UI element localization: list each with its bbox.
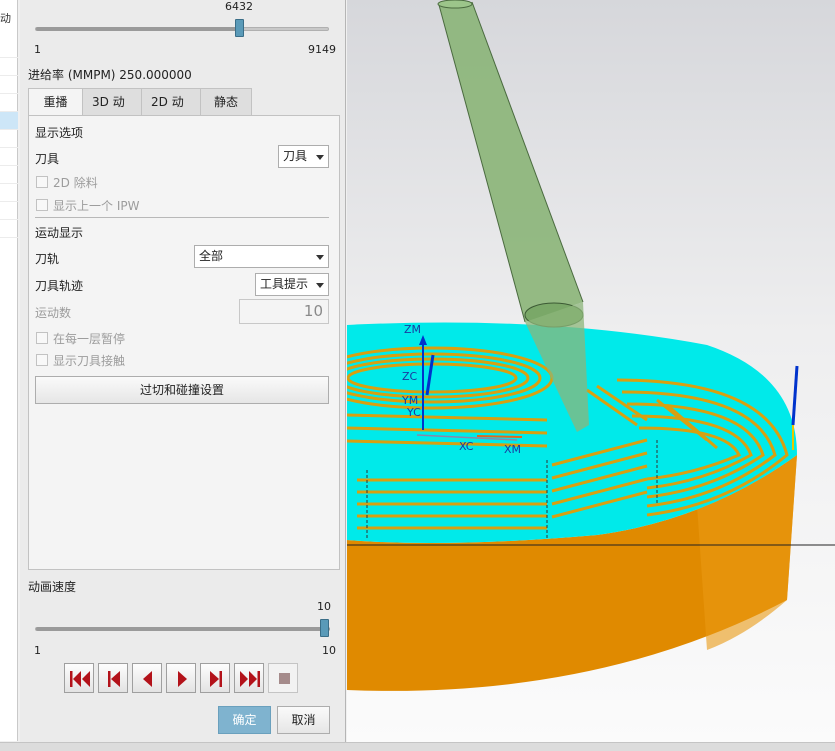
step-forward-button[interactable]: [200, 663, 230, 693]
tab-replay[interactable]: 重播: [28, 88, 83, 116]
stop-button[interactable]: [268, 663, 298, 693]
rewind-to-start-button[interactable]: [64, 663, 94, 693]
play-forward-button[interactable]: [166, 663, 196, 693]
tool-dropdown-value: 刀具: [283, 149, 308, 163]
list-item[interactable]: [0, 40, 18, 58]
cancel-button[interactable]: 取消: [277, 706, 330, 734]
tool-dropdown[interactable]: 刀具: [278, 145, 329, 168]
axis-label-xm: XM: [504, 443, 521, 456]
list-item[interactable]: [0, 202, 18, 220]
gouge-collision-settings-button[interactable]: 过切和碰撞设置: [35, 376, 329, 404]
speed-slider-current: 10: [317, 600, 331, 613]
list-item[interactable]: [0, 184, 18, 202]
motion-slider-thumb[interactable]: [235, 19, 245, 37]
stop-icon: [279, 673, 290, 684]
motion-slider-fill: [36, 27, 243, 31]
list-item[interactable]: [0, 130, 18, 148]
tool-label: 刀具: [35, 152, 60, 166]
checkbox-pause-each-layer-label: 在每一层暂停: [53, 332, 126, 346]
fast-forward-to-end-button[interactable]: [234, 663, 264, 693]
checkbox-pause-each-layer[interactable]: [36, 332, 48, 344]
tool-trace-dropdown[interactable]: 工具提示: [255, 273, 329, 296]
tab-static[interactable]: 静态: [200, 88, 252, 115]
machined-part-render: ZM ZC YM YC XC XM: [347, 0, 835, 691]
checkbox-2d-removal-label: 2D 除料: [53, 176, 98, 190]
speed-slider-fill: [36, 627, 330, 631]
list-item[interactable]: [0, 58, 18, 76]
motion-count-label: 运动数: [35, 306, 72, 320]
play-icon: [178, 671, 187, 687]
speed-slider-track[interactable]: [35, 627, 330, 631]
list-item[interactable]: [0, 76, 18, 94]
speed-slider-min: 1: [34, 644, 41, 657]
display-options-heading: 显示选项: [35, 126, 84, 140]
toolpath-dropdown-value: 全部: [199, 249, 224, 263]
list-item[interactable]: [0, 94, 18, 112]
motion-slider-current: 6432: [225, 0, 253, 13]
tab-3d-dynamic[interactable]: 3D 动态: [82, 88, 142, 135]
tab-2d-dynamic[interactable]: 2D 动态: [141, 88, 201, 135]
toolpath-dropdown[interactable]: 全部: [194, 245, 329, 268]
speed-slider-max: 10: [322, 644, 336, 657]
checkbox-show-tool-contact-label: 显示刀具接触: [53, 354, 126, 368]
axis-label-xc: XC: [459, 440, 474, 453]
step-back-button[interactable]: [98, 663, 128, 693]
list-item[interactable]: [0, 148, 18, 166]
play-reverse-button[interactable]: [132, 663, 162, 693]
chevron-down-icon: [316, 155, 324, 160]
list-item[interactable]: [0, 220, 18, 238]
step-forward-icon: [210, 671, 222, 687]
motion-slider-max: 9149: [308, 43, 336, 56]
status-bar: [0, 742, 835, 751]
chevron-down-icon: [316, 283, 324, 288]
motion-slider-track[interactable]: [35, 27, 329, 31]
feedrate-label: 进给率 (MMPM) 250.000000: [28, 68, 192, 82]
list-item[interactable]: [0, 166, 18, 184]
left-strip-label: 动: [0, 12, 11, 25]
checkbox-show-tool-contact[interactable]: [36, 354, 48, 366]
tool-trace-label: 刀具轨迹: [35, 279, 84, 293]
toolpath-visualize-dialog: 6432 1 9149 进给率 (MMPM) 250.000000 重播 3D …: [20, 0, 346, 742]
toolpath-label: 刀轨: [35, 252, 60, 266]
checkbox-show-prev-ipw[interactable]: [36, 199, 48, 211]
speed-slider-thumb[interactable]: [320, 619, 329, 637]
skip-to-end-icon: [240, 671, 260, 687]
axis-label-zm: ZM: [404, 323, 421, 336]
axis-label-yc: YC: [406, 406, 421, 419]
animation-speed-label: 动画速度: [28, 580, 77, 594]
section-divider: [35, 217, 329, 218]
left-panel-strip: 动: [0, 0, 18, 741]
motion-count-field[interactable]: 10: [239, 299, 329, 324]
tab-bar: 重播 3D 动态 2D 动态 静态: [28, 88, 252, 135]
tool-trace-dropdown-value: 工具提示: [260, 277, 309, 291]
graphics-viewport[interactable]: ZM ZC YM YC XC XM: [347, 0, 835, 742]
replay-tab-content: 显示选项 刀具 刀具 2D 除料 显示上一个 IPW 运动显示 刀轨 全部 刀具…: [28, 115, 340, 570]
play-reverse-icon: [143, 671, 152, 687]
chevron-down-icon: [316, 255, 324, 260]
list-item-selected[interactable]: [0, 112, 18, 130]
ok-button[interactable]: 确定: [218, 706, 271, 734]
motion-slider-min: 1: [34, 43, 41, 56]
skip-to-start-icon: [70, 671, 90, 687]
checkbox-2d-removal[interactable]: [36, 176, 48, 188]
motion-display-heading: 运动显示: [35, 226, 84, 240]
step-back-icon: [108, 671, 120, 687]
axis-label-zc: ZC: [402, 370, 418, 383]
checkbox-show-prev-ipw-label: 显示上一个 IPW: [53, 199, 140, 213]
